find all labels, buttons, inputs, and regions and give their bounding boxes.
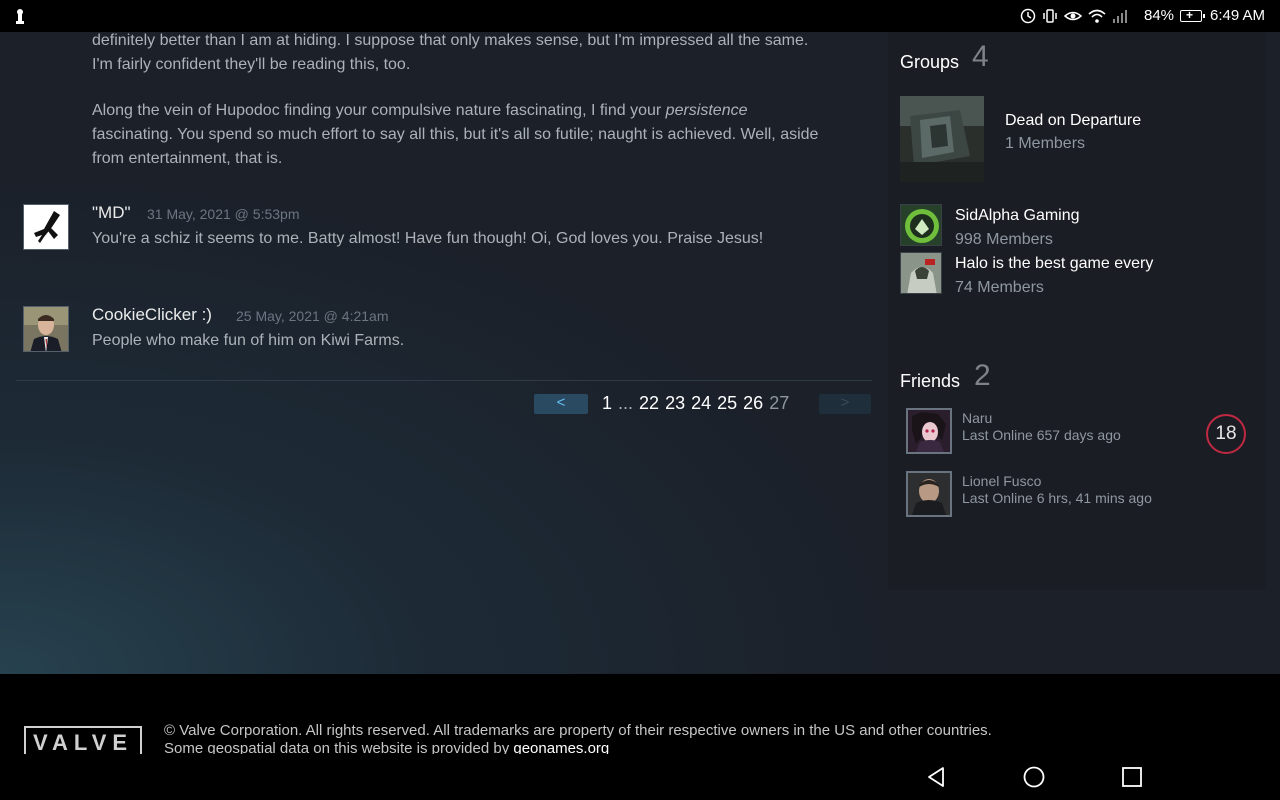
profile-sidebar: Groups 4 Dead on Departure 1 Members Sid…: [888, 32, 1266, 590]
battery-icon: +: [1180, 8, 1205, 22]
friend-name[interactable]: Lionel Fusco: [962, 473, 1041, 489]
page-link[interactable]: 25: [717, 393, 737, 414]
comment-timestamp: 25 May, 2021 @ 4:21am: [236, 308, 389, 324]
friend-status: Last Online 6 hrs, 41 mins ago: [962, 490, 1152, 506]
group-name[interactable]: SidAlpha Gaming: [955, 207, 1080, 225]
status-bar: 84% + 6:49 AM: [0, 0, 1280, 32]
page-link[interactable]: 26: [743, 393, 763, 414]
comment-author[interactable]: "MD": [92, 203, 131, 223]
recents-icon[interactable]: [1120, 765, 1144, 789]
geonames-link[interactable]: geonames.org: [513, 740, 609, 754]
footer: VALVE © Valve Corporation. All rights re…: [0, 674, 1280, 754]
group-avatar[interactable]: [900, 252, 942, 294]
page-links: 1 ... 22 23 24 25 26 27: [602, 393, 789, 414]
group-members: 74 Members: [955, 279, 1044, 296]
vibrate-icon: [1043, 9, 1057, 23]
comment-timestamp: 31 May, 2021 @ 5:53pm: [147, 206, 300, 222]
avatar[interactable]: [23, 204, 69, 250]
footer-legal: © Valve Corporation. All rights reserved…: [164, 722, 992, 754]
page-link[interactable]: 24: [691, 393, 711, 414]
page-ellipsis: ...: [618, 393, 634, 413]
page-link[interactable]: 23: [665, 393, 685, 414]
current-page: 27: [769, 393, 790, 413]
prev-page-button[interactable]: <: [534, 394, 588, 414]
group-avatar[interactable]: [900, 204, 942, 246]
copyright-text: © Valve Corporation. All rights reserved…: [164, 722, 992, 739]
group-members: 1 Members: [1005, 135, 1086, 152]
back-icon[interactable]: [924, 765, 948, 789]
clock: 6:49 AM: [1210, 7, 1266, 24]
comment-paragraph: Along the vein of Hupodoc finding your c…: [92, 102, 819, 167]
friend-status: Last Online 657 days ago: [962, 427, 1121, 443]
data-saver-icon: [1020, 8, 1036, 24]
comments-divider: [16, 380, 872, 381]
home-icon[interactable]: [1022, 765, 1046, 789]
profile-level-badge[interactable]: 18: [1206, 414, 1246, 454]
friend-avatar[interactable]: [906, 408, 952, 454]
comment-text: People who make fun of him on Kiwi Farms…: [92, 332, 405, 349]
comment-pagination: < 1 ... 22 23 24 25 26 27 >: [534, 392, 874, 416]
valve-logo[interactable]: VALVE: [24, 726, 142, 754]
comment-author[interactable]: CookieClicker :): [92, 305, 212, 325]
android-nav-bar: [0, 754, 1280, 800]
friend-item[interactable]: Naru Last Online 657 days ago: [906, 408, 1246, 458]
profile-page: definitely better than I am at hiding. I…: [0, 32, 1280, 674]
comment-text: You're a schiz it seems to me. Batty alm…: [92, 230, 764, 247]
signal-icon: [1113, 10, 1127, 23]
eye-icon: [1064, 11, 1082, 21]
friends-count[interactable]: 2: [974, 359, 991, 393]
battery-percent: 84%: [1144, 7, 1175, 24]
groups-count[interactable]: 4: [972, 40, 989, 74]
comment-paragraph: definitely better than I am at hiding. I…: [92, 32, 809, 73]
group-name[interactable]: Dead on Departure: [1005, 112, 1141, 130]
friend-name[interactable]: Naru: [962, 410, 992, 426]
geodata-text: Some geospatial data on this website is …: [164, 740, 992, 754]
page-link[interactable]: 22: [639, 393, 659, 414]
status-icons: [1020, 7, 1128, 25]
next-page-button[interactable]: >: [819, 394, 871, 414]
avatar[interactable]: [23, 306, 69, 352]
lock-icon: [16, 9, 24, 24]
friends-title[interactable]: Friends: [900, 371, 960, 392]
friend-item[interactable]: Lionel Fusco Last Online 6 hrs, 41 mins …: [906, 471, 1246, 521]
friend-avatar[interactable]: [906, 471, 952, 517]
wifi-icon: [1088, 9, 1106, 23]
group-members: 998 Members: [955, 231, 1053, 248]
page-link[interactable]: 1: [602, 393, 612, 414]
groups-title[interactable]: Groups: [900, 52, 959, 73]
group-avatar[interactable]: [900, 96, 984, 182]
group-name[interactable]: Halo is the best game every: [955, 255, 1153, 273]
